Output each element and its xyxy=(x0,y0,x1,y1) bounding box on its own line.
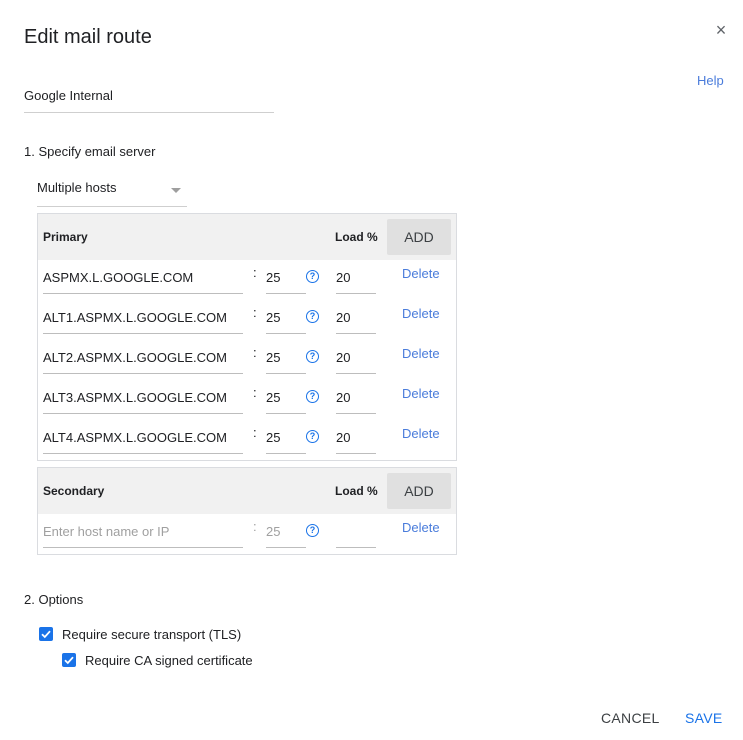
host-input[interactable]: ALT3.ASPMX.L.GOOGLE.COM xyxy=(43,384,243,414)
ca-label: Require CA signed certificate xyxy=(85,653,253,668)
host-input[interactable]: ALT2.ASPMX.L.GOOGLE.COM xyxy=(43,344,243,374)
port-separator: : xyxy=(253,305,257,320)
dropdown-caret-icon xyxy=(171,188,181,193)
primary-header-label: Primary xyxy=(43,230,88,244)
host-input[interactable]: ALT1.ASPMX.L.GOOGLE.COM xyxy=(43,304,243,334)
port-input[interactable]: 25 xyxy=(266,384,306,414)
primary-row: ASPMX.L.GOOGLE.COM : 25 ? 20 Delete xyxy=(38,260,456,300)
port-separator: : xyxy=(253,385,257,400)
primary-row: ALT2.ASPMX.L.GOOGLE.COM : 25 ? 20 Delete xyxy=(38,340,456,380)
secondary-hosts-panel: Secondary Load % ADD Enter host name or … xyxy=(37,467,457,555)
add-secondary-button[interactable]: ADD xyxy=(387,473,451,509)
load-input[interactable]: 20 xyxy=(336,384,376,414)
options-section-label: 2. Options xyxy=(24,592,84,607)
tls-label: Require secure transport (TLS) xyxy=(62,627,242,642)
port-separator: : xyxy=(253,265,257,280)
add-primary-button[interactable]: ADD xyxy=(387,219,451,255)
help-circle-icon[interactable]: ? xyxy=(306,524,319,537)
delete-link[interactable]: Delete xyxy=(402,520,440,535)
help-circle-icon[interactable]: ? xyxy=(306,310,319,323)
route-name-input[interactable]: Google Internal xyxy=(24,87,274,113)
port-input[interactable]: 25 xyxy=(266,424,306,454)
delete-link[interactable]: Delete xyxy=(402,266,440,281)
load-input[interactable]: 20 xyxy=(336,424,376,454)
help-link[interactable]: Help xyxy=(697,73,724,88)
port-input[interactable]: 25 xyxy=(266,344,306,374)
port-input[interactable]: 25 xyxy=(266,264,306,294)
primary-header: Primary Load % ADD xyxy=(38,214,456,260)
server-mode-select[interactable]: Multiple hosts xyxy=(37,180,187,207)
ca-checkbox[interactable] xyxy=(62,653,76,667)
secondary-load-header: Load % xyxy=(335,484,378,498)
secondary-load-input[interactable] xyxy=(336,518,376,548)
checkbox-checked-icon xyxy=(41,630,51,639)
host-input[interactable]: ALT4.ASPMX.L.GOOGLE.COM xyxy=(43,424,243,454)
help-circle-icon[interactable]: ? xyxy=(306,390,319,403)
primary-hosts-panel: Primary Load % ADD ASPMX.L.GOOGLE.COM : … xyxy=(37,213,457,461)
primary-row: ALT1.ASPMX.L.GOOGLE.COM : 25 ? 20 Delete xyxy=(38,300,456,340)
delete-link[interactable]: Delete xyxy=(402,346,440,361)
secondary-host-input[interactable]: Enter host name or IP xyxy=(43,518,243,548)
port-separator: : xyxy=(253,519,257,534)
delete-link[interactable]: Delete xyxy=(402,426,440,441)
dialog-title: Edit mail route xyxy=(24,26,152,48)
tls-checkbox[interactable] xyxy=(39,627,53,641)
delete-link[interactable]: Delete xyxy=(402,386,440,401)
secondary-header-label: Secondary xyxy=(43,484,105,498)
secondary-header: Secondary Load % ADD xyxy=(38,468,456,514)
load-input[interactable]: 20 xyxy=(336,264,376,294)
port-input[interactable]: 25 xyxy=(266,304,306,334)
load-input[interactable]: 20 xyxy=(336,304,376,334)
port-separator: : xyxy=(253,425,257,440)
help-circle-icon[interactable]: ? xyxy=(306,430,319,443)
secondary-row: Enter host name or IP : 25 ? Delete xyxy=(38,514,456,554)
server-mode-value: Multiple hosts xyxy=(37,180,117,195)
help-circle-icon[interactable]: ? xyxy=(306,270,319,283)
primary-row: ALT3.ASPMX.L.GOOGLE.COM : 25 ? 20 Delete xyxy=(38,380,456,420)
save-button[interactable]: SAVE xyxy=(685,710,723,726)
server-section-label: 1. Specify email server xyxy=(24,144,156,159)
delete-link[interactable]: Delete xyxy=(402,306,440,321)
cancel-button[interactable]: CANCEL xyxy=(601,710,660,726)
secondary-port-input[interactable]: 25 xyxy=(266,518,306,548)
help-circle-icon[interactable]: ? xyxy=(306,350,319,363)
load-input[interactable]: 20 xyxy=(336,344,376,374)
primary-row: ALT4.ASPMX.L.GOOGLE.COM : 25 ? 20 Delete xyxy=(38,420,456,460)
close-icon[interactable]: × xyxy=(711,20,731,40)
checkbox-checked-icon xyxy=(64,656,74,665)
primary-load-header: Load % xyxy=(335,230,378,244)
host-input[interactable]: ASPMX.L.GOOGLE.COM xyxy=(43,264,243,294)
port-separator: : xyxy=(253,345,257,360)
